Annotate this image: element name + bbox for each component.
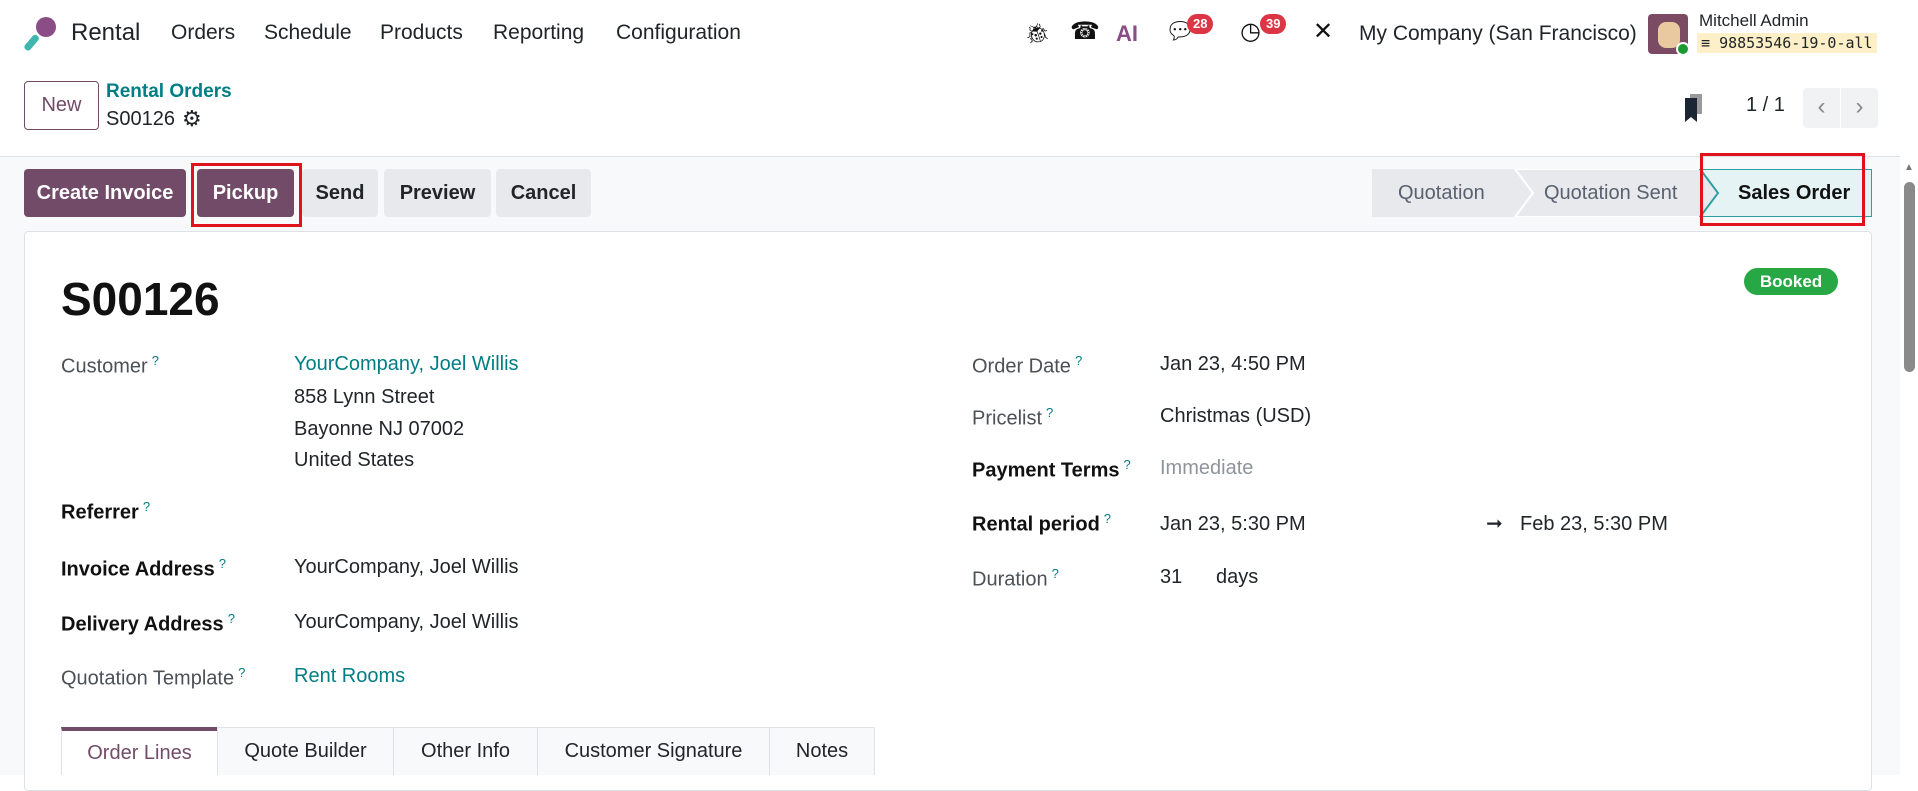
bug-icon[interactable]: 🐞︎ <box>1025 22 1050 46</box>
tab-other-info[interactable]: Other Info <box>393 727 538 775</box>
tab-notes[interactable]: Notes <box>769 727 875 775</box>
address-line: 858 Lynn Street <box>294 386 435 408</box>
menu-schedule[interactable]: Schedule <box>264 21 352 45</box>
delivery-address-label: Delivery Address? <box>61 611 235 636</box>
rental-end-field[interactable]: Feb 23, 5:30 PM <box>1520 513 1668 536</box>
help-icon[interactable]: ? <box>1052 566 1059 581</box>
status-badge: Booked <box>1744 268 1838 295</box>
tab-order-lines[interactable]: Order Lines <box>61 727 218 775</box>
help-icon[interactable]: ? <box>228 611 235 626</box>
breadcrumb-current: S00126 <box>106 108 175 130</box>
help-icon[interactable]: ? <box>152 353 159 368</box>
cancel-button[interactable]: Cancel <box>496 169 591 217</box>
rental-period-label: Rental period? <box>972 511 1112 536</box>
help-icon[interactable]: ? <box>219 556 226 571</box>
payment-terms-label: Payment Terms? <box>972 457 1131 482</box>
scrollbar[interactable]: ▲ <box>1900 156 1918 775</box>
help-icon[interactable]: ? <box>1104 511 1111 526</box>
tools-icon[interactable]: ✕ <box>1313 20 1333 44</box>
activity-count-badge: 39 <box>1260 14 1287 34</box>
address-line: Bayonne NJ 07002 <box>294 418 465 440</box>
pricelist-label: Pricelist? <box>972 405 1054 430</box>
chat-count-badge: 28 <box>1187 14 1214 34</box>
rental-app-icon[interactable] <box>24 16 58 52</box>
avatar[interactable] <box>1648 14 1690 56</box>
payment-terms-field[interactable]: Immediate <box>1160 457 1253 480</box>
new-button[interactable]: New <box>24 81 99 130</box>
pager-previous-button[interactable]: ‹ <box>1803 88 1840 128</box>
invoice-address-field[interactable]: YourCompany, Joel Willis <box>294 556 519 579</box>
database-icon: ≡ <box>1701 34 1711 52</box>
arrow-right-icon: ➞ <box>1486 513 1503 535</box>
ai-icon[interactable]: AI <box>1116 22 1138 46</box>
help-icon[interactable]: ? <box>143 499 150 514</box>
database-tag: ≡ 98853546-19-0-all <box>1697 33 1877 53</box>
rental-start-field[interactable]: Jan 23, 5:30 PM <box>1160 513 1306 536</box>
duration-value: 31 <box>1160 566 1183 588</box>
customer-link[interactable]: YourCompany, Joel Willis <box>294 353 519 376</box>
send-button[interactable]: Send <box>302 169 378 217</box>
menu-products[interactable]: Products <box>380 21 463 45</box>
bookmark-icon[interactable] <box>1683 94 1705 122</box>
preview-button[interactable]: Preview <box>384 169 491 217</box>
help-icon[interactable]: ? <box>1123 457 1130 472</box>
customer-label: Customer? <box>61 353 159 378</box>
referrer-label: Referrer? <box>61 499 151 524</box>
pricelist-field[interactable]: Christmas (USD) <box>1160 405 1311 428</box>
help-icon[interactable]: ? <box>1075 353 1082 368</box>
clock-icon[interactable]: ◷ <box>1240 20 1261 44</box>
highlight-box <box>191 163 302 227</box>
status-quotation[interactable]: Quotation <box>1398 182 1485 205</box>
referrer-field[interactable] <box>294 495 864 525</box>
menu-orders[interactable]: Orders <box>171 21 235 45</box>
pager-value[interactable]: 1 / 1 <box>1746 94 1785 117</box>
database-name: 98853546-19-0-all <box>1719 34 1873 52</box>
quotation-template-link[interactable]: Rent Rooms <box>294 665 405 688</box>
company-switcher[interactable]: My Company (San Francisco) <box>1359 22 1637 46</box>
duration-label: Duration? <box>972 566 1059 591</box>
address-line: United States <box>294 449 415 471</box>
order-date-field[interactable]: Jan 23, 4:50 PM <box>1160 353 1306 376</box>
online-status-icon <box>1676 42 1690 56</box>
pager-next-button[interactable]: › <box>1841 88 1878 128</box>
status-quotation-sent[interactable]: Quotation Sent <box>1544 182 1677 205</box>
menu-reporting[interactable]: Reporting <box>493 21 584 45</box>
help-icon[interactable]: ? <box>238 665 245 680</box>
user-name[interactable]: Mitchell Admin <box>1699 11 1809 31</box>
app-name[interactable]: Rental <box>71 19 140 47</box>
duration-unit: days <box>1216 566 1259 588</box>
phone-icon[interactable]: ☎ <box>1070 20 1100 44</box>
delivery-address-field[interactable]: YourCompany, Joel Willis <box>294 611 519 634</box>
tab-quote-builder[interactable]: Quote Builder <box>217 727 394 775</box>
create-invoice-button[interactable]: Create Invoice <box>24 169 186 217</box>
scrollbar-thumb[interactable] <box>1904 182 1915 372</box>
tab-customer-signature[interactable]: Customer Signature <box>537 727 770 775</box>
invoice-address-label: Invoice Address? <box>61 556 226 581</box>
menu-configuration[interactable]: Configuration <box>616 21 741 45</box>
quotation-template-label: Quotation Template? <box>61 665 246 690</box>
help-icon[interactable]: ? <box>1046 405 1053 420</box>
breadcrumb-rental-orders[interactable]: Rental Orders <box>106 81 232 103</box>
order-date-label: Order Date? <box>972 353 1083 378</box>
gear-icon[interactable]: ⚙ <box>182 106 202 132</box>
top-navbar: Rental Orders Schedule Products Reportin… <box>0 0 1918 70</box>
highlight-box <box>1700 153 1865 226</box>
page-title: S00126 <box>61 273 220 325</box>
